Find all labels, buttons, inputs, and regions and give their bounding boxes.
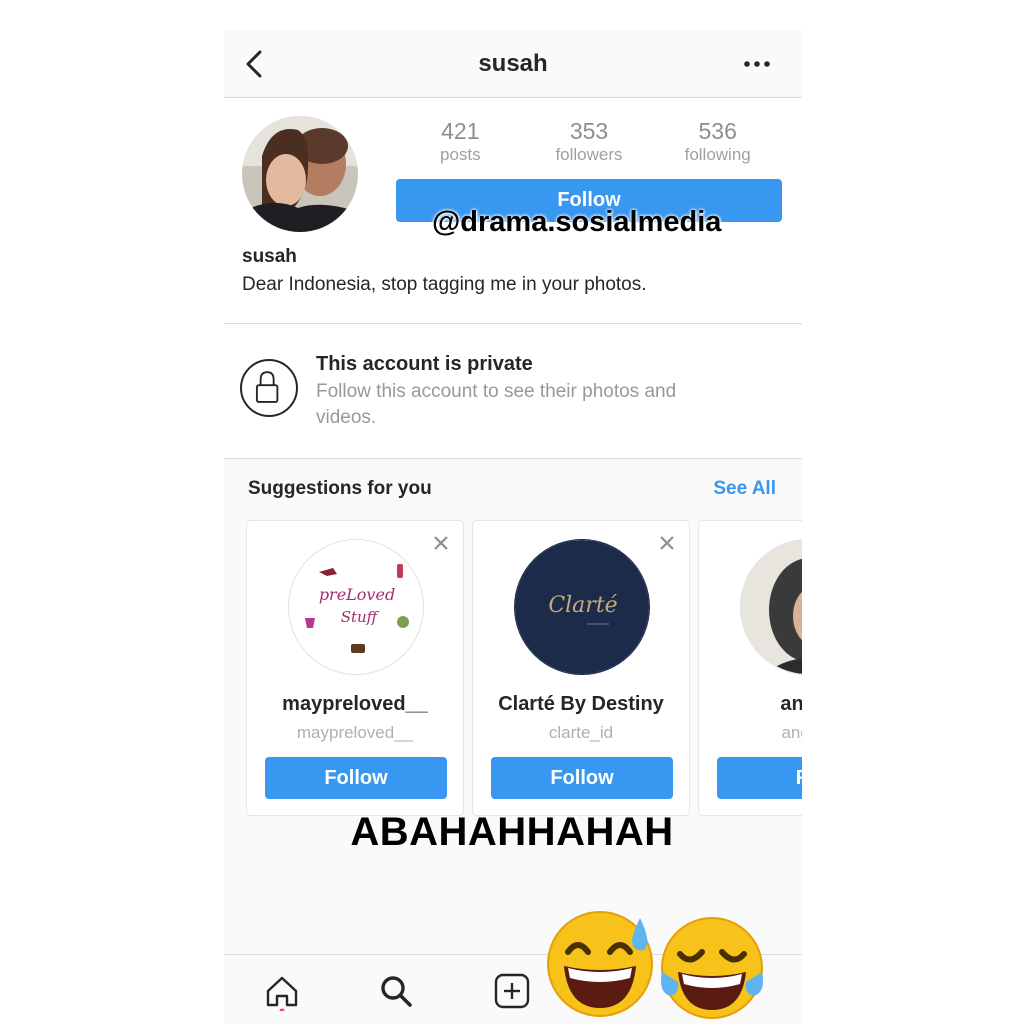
stat-following[interactable]: 536 following — [653, 118, 782, 166]
private-title: This account is private — [316, 353, 533, 375]
logo-text: Clarté — [548, 593, 617, 618]
suggestion-handle: anggin — [781, 723, 802, 742]
suggestion-card: Clarté Clarté By Destiny clarte_id Follo… — [472, 520, 690, 816]
logo-text: Stuff — [341, 608, 380, 626]
suggestion-avatar[interactable]: Clarté — [514, 539, 650, 675]
caption-text: ABAHAHHAHAH — [350, 810, 674, 854]
stat-followers[interactable]: 353 followers — [525, 118, 654, 166]
private-account-notice: This account is private Follow this acco… — [224, 325, 802, 459]
suggestion-name[interactable]: anggi — [699, 693, 802, 716]
more-icon[interactable] — [742, 54, 772, 74]
suggestion-avatar[interactable]: preLoved Stuff — [288, 539, 424, 675]
profile-stats: 421 posts 353 followers 536 following — [396, 118, 782, 166]
lock-icon — [240, 359, 298, 417]
home-icon[interactable] — [262, 971, 302, 1011]
profile-bio: Dear Indonesia, stop tagging me in your … — [242, 274, 647, 295]
suggestion-name[interactable]: Clarté By Destiny — [473, 693, 689, 716]
stat-label: followers — [555, 145, 623, 164]
suggestion-card: anggi anggin Fo — [698, 520, 802, 816]
avatar[interactable] — [242, 116, 358, 232]
stat-label: following — [684, 145, 751, 164]
suggestions-carousel[interactable]: preLoved Stuff maypreloved__ maypreloved… — [246, 520, 802, 816]
close-icon[interactable] — [431, 533, 451, 553]
suggestion-follow-button[interactable]: Follow — [265, 757, 447, 799]
stat-value: 421 — [441, 118, 480, 144]
suggestions-title: Suggestions for you — [248, 478, 432, 499]
suggestion-avatar[interactable] — [740, 539, 802, 675]
suggestion-card: preLoved Stuff maypreloved__ maypreloved… — [246, 520, 464, 816]
stat-posts[interactable]: 421 posts — [396, 118, 525, 166]
private-description: Follow this account to see their photos … — [316, 381, 677, 428]
suggestion-name[interactable]: maypreloved__ — [247, 693, 463, 716]
suggestion-follow-button[interactable]: Fo — [717, 757, 802, 799]
instagram-screen: susah 421 posts 353 followers 536 follow… — [224, 30, 802, 1024]
add-icon[interactable] — [492, 971, 532, 1011]
suggestion-follow-button[interactable]: Follow — [491, 757, 673, 799]
search-icon[interactable] — [376, 971, 416, 1011]
watermark-text: @drama.sosialmedia — [432, 206, 722, 238]
sweat-smile-emoji — [547, 911, 653, 1017]
tears-of-joy-emoji — [661, 917, 763, 1019]
page-title: susah — [478, 50, 548, 77]
top-bar: susah — [224, 30, 802, 98]
close-icon[interactable] — [657, 533, 677, 553]
stat-value: 353 — [569, 118, 609, 144]
stat-value: 536 — [698, 118, 737, 144]
see-all-link[interactable]: See All — [713, 478, 776, 500]
suggestion-handle: maypreloved__ — [296, 723, 414, 742]
profile-name: susah — [242, 246, 297, 267]
logo-text: preLoved — [319, 585, 395, 604]
stat-label: posts — [440, 145, 481, 164]
suggestion-handle: clarte_id — [548, 723, 614, 742]
